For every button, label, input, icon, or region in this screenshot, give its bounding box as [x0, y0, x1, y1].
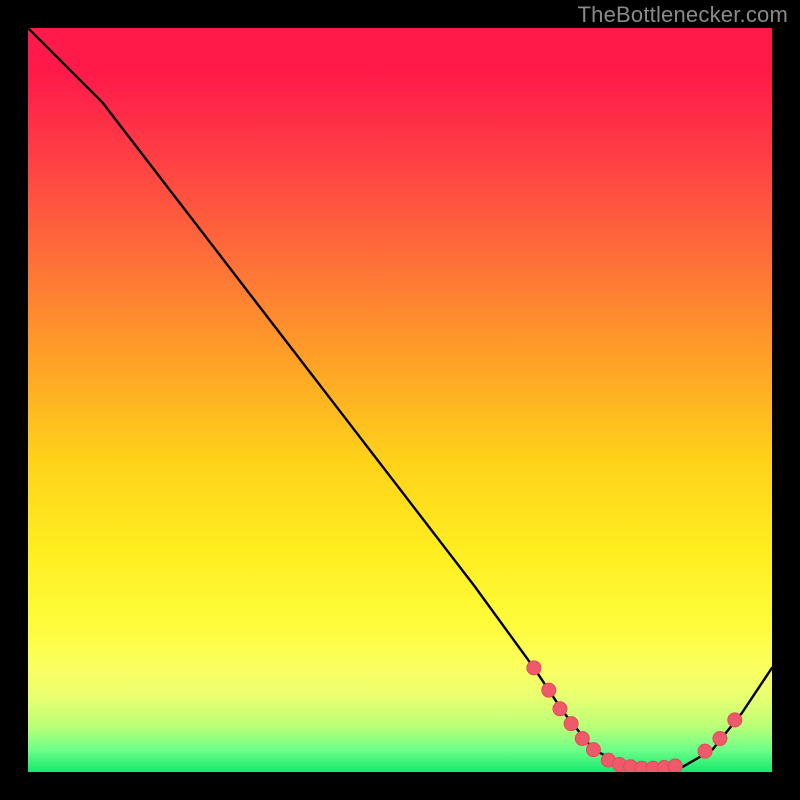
data-marker	[668, 759, 682, 772]
data-markers	[527, 661, 742, 772]
data-marker	[542, 683, 556, 697]
data-marker	[698, 744, 712, 758]
data-marker	[553, 702, 567, 716]
data-marker	[728, 713, 742, 727]
chart-plot-area	[28, 28, 772, 772]
chart-overlay	[28, 28, 772, 772]
data-marker	[713, 732, 727, 746]
data-marker	[527, 661, 541, 675]
curve-path	[28, 28, 772, 768]
attribution-text: TheBottlenecker.com	[578, 2, 788, 28]
data-marker	[586, 743, 600, 757]
data-marker	[575, 732, 589, 746]
data-marker	[564, 717, 578, 731]
bottleneck-curve	[28, 28, 772, 768]
